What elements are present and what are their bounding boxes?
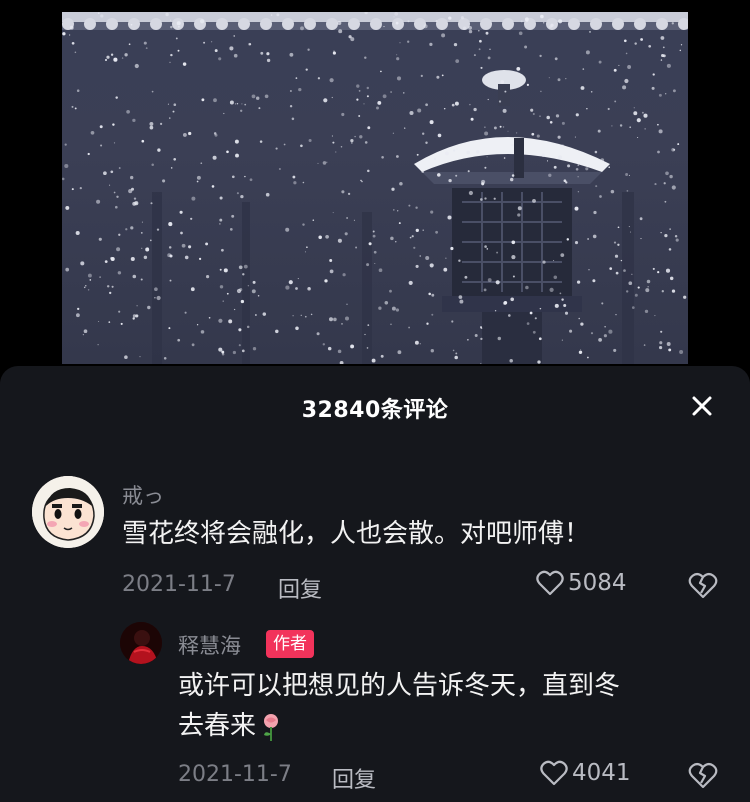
reply-text-line-2: 去春来	[178, 711, 257, 741]
broken-heart-icon[interactable]	[688, 762, 718, 790]
author-badge: 作者	[266, 630, 314, 658]
like-button[interactable]: 5084	[536, 570, 627, 596]
author-avatar[interactable]	[120, 622, 162, 664]
comment-username[interactable]: 戒っ	[122, 480, 164, 510]
close-icon[interactable]	[688, 392, 716, 420]
reply-text-line-1: 或许可以把想见的人告诉冬天，直到冬	[178, 671, 621, 701]
heart-outline-icon	[540, 760, 568, 786]
reply-username[interactable]: 释慧海	[178, 630, 241, 660]
comment-sheet: 32840条评论 戒っ 雪花终将会融化，人也会散。对吧师傅！ 2021-11-7…	[0, 366, 750, 802]
reply-text-line-2-wrap: 去春来	[178, 706, 282, 746]
like-count: 5084	[568, 570, 627, 596]
heart-outline-icon	[536, 570, 564, 596]
reply-button[interactable]: 回复	[278, 572, 322, 604]
lantern-shape	[414, 70, 610, 364]
comment-text: 雪花终将会融化，人也会散。对吧师傅！	[122, 519, 591, 549]
comment-date: 2021-11-7	[122, 572, 236, 597]
like-count: 4041	[572, 760, 631, 786]
broken-heart-icon[interactable]	[688, 572, 718, 600]
rose-icon	[260, 712, 282, 742]
video-player[interactable]	[62, 12, 688, 364]
reply-date: 2021-11-7	[178, 762, 292, 787]
comment-count-title: 32840条评论	[301, 398, 449, 423]
reply-button[interactable]: 回复	[332, 762, 376, 794]
like-button[interactable]: 4041	[540, 760, 631, 786]
screen: 32840条评论 戒っ 雪花终将会融化，人也会散。对吧师傅！ 2021-11-7…	[0, 0, 750, 802]
snow-scene-image	[62, 12, 688, 364]
avatar[interactable]	[32, 476, 104, 548]
